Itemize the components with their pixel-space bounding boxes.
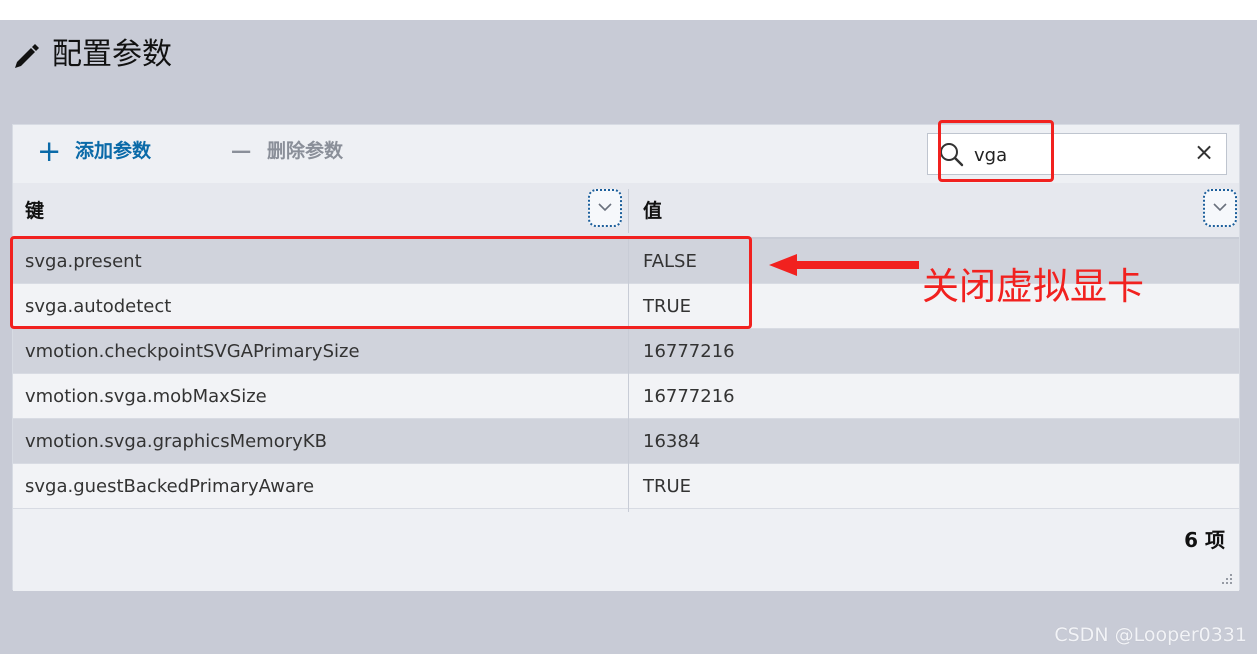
key-cell: svga.guestBackedPrimaryAware: [25, 476, 315, 497]
value-cell: 16384: [643, 431, 701, 452]
plus-icon: +: [37, 134, 62, 168]
remove-parameter-label: 删除参数: [267, 140, 344, 162]
key-cell: vmotion.svga.graphicsMemoryKB: [25, 431, 327, 452]
item-count: 6 项: [1184, 528, 1225, 552]
chevron-down-icon: [1213, 203, 1227, 212]
column-header-key: 键: [25, 200, 45, 222]
table-header: 键 值: [13, 183, 1239, 239]
dialog-header: 配置参数: [0, 20, 1257, 120]
annotation-arrow-icon: [769, 254, 919, 276]
table-row[interactable]: vmotion.svga.mobMaxSize 16777216: [13, 374, 1239, 419]
column-divider: [628, 239, 629, 512]
minus-icon: −: [229, 134, 254, 168]
pencil-icon: [15, 44, 39, 68]
value-cell: 16777216: [643, 341, 735, 362]
key-filter-button[interactable]: [588, 189, 622, 227]
resize-grip-icon[interactable]: [1220, 572, 1234, 586]
key-cell: vmotion.checkpointSVGAPrimarySize: [25, 341, 360, 362]
close-icon[interactable]: ×: [1192, 140, 1216, 164]
watermark: CSDN @Looper0331: [1054, 624, 1247, 646]
column-divider: [628, 189, 629, 233]
table-row[interactable]: vmotion.svga.graphicsMemoryKB 16384: [13, 419, 1239, 464]
key-cell: vmotion.svga.mobMaxSize: [25, 386, 267, 407]
key-cell: svga.present: [25, 251, 142, 272]
parameters-panel: + 添加参数 − 删除参数 × 键: [12, 124, 1240, 591]
search-input[interactable]: [972, 142, 1186, 168]
table-footer: 6 项: [13, 512, 1239, 591]
column-header-value: 值: [643, 200, 663, 222]
key-cell: svga.autodetect: [25, 296, 172, 317]
annotation-text: 关闭虚拟显卡: [922, 265, 1144, 308]
add-parameter-label: 添加参数: [75, 140, 152, 162]
dialog-title: 配置参数: [52, 37, 172, 72]
table-row[interactable]: vmotion.checkpointSVGAPrimarySize 167772…: [13, 329, 1239, 374]
search-box: ×: [927, 133, 1227, 175]
toolbar: + 添加参数 − 删除参数 ×: [13, 125, 1239, 183]
search-icon: [940, 143, 964, 167]
chevron-down-icon: [598, 203, 612, 212]
value-filter-button[interactable]: [1203, 189, 1237, 227]
value-cell: 16777216: [643, 386, 735, 407]
remove-parameter-button[interactable]: − 删除参数: [229, 134, 344, 168]
parameters-dialog: 配置参数 + 添加参数 − 删除参数 × 键: [0, 20, 1257, 654]
table-row[interactable]: svga.guestBackedPrimaryAware TRUE: [13, 464, 1239, 509]
add-parameter-button[interactable]: + 添加参数: [37, 134, 152, 168]
value-cell: TRUE: [643, 476, 692, 497]
